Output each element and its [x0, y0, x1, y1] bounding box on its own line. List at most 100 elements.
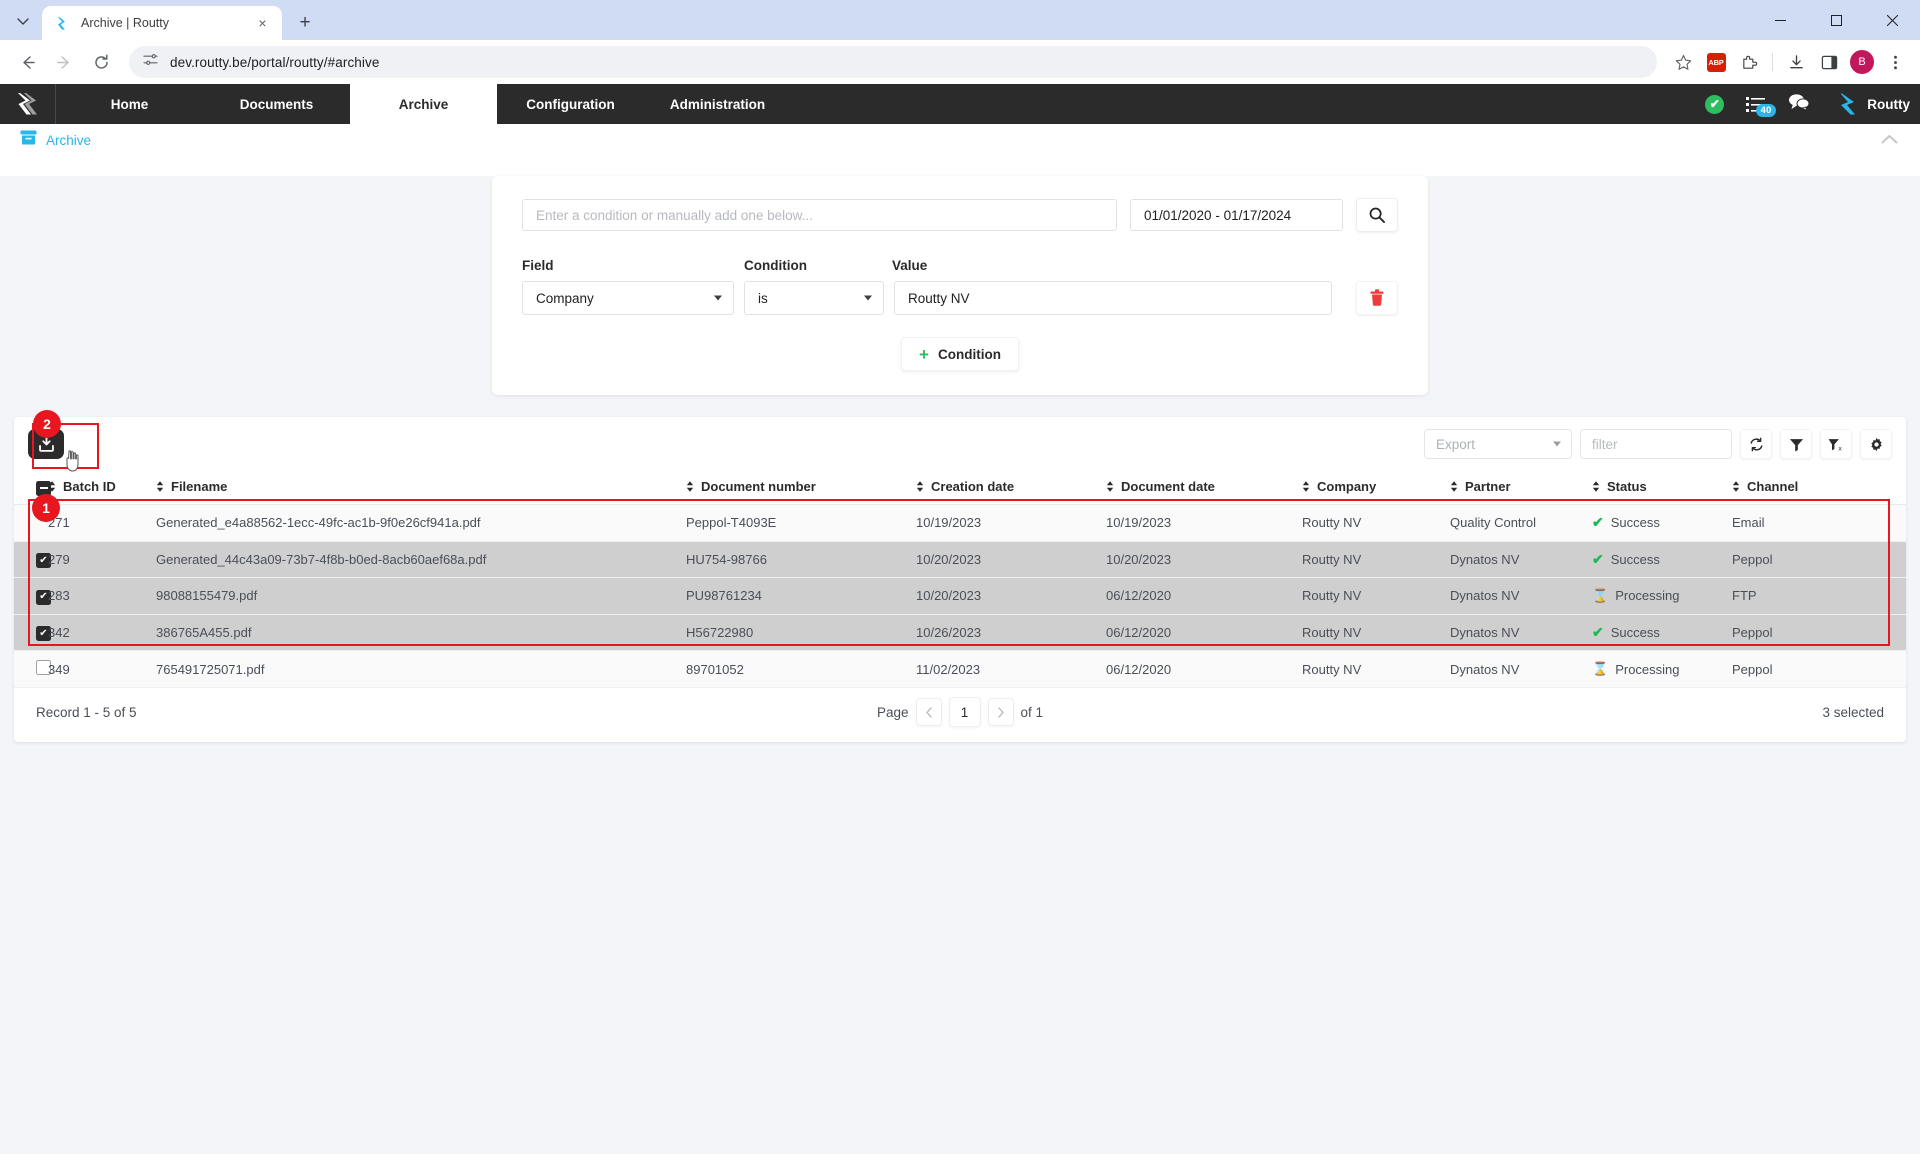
- breadcrumb[interactable]: Archive: [20, 130, 91, 150]
- chat-bubble-icon[interactable]: [1788, 93, 1810, 116]
- cell-filename: 386765A455.pdf: [156, 614, 686, 651]
- column-label: Channel: [1747, 479, 1798, 494]
- export-select[interactable]: Export: [1424, 429, 1572, 459]
- sort-icon: [1106, 481, 1114, 492]
- table-row[interactable]: 349765491725071.pdf8970105211/02/202306/…: [14, 651, 1906, 688]
- cell-channel: Peppol: [1732, 614, 1906, 651]
- site-settings-icon[interactable]: [143, 52, 158, 72]
- previous-page-button[interactable]: [916, 698, 942, 726]
- sort-icon: [1450, 481, 1458, 492]
- condition-search-input[interactable]: [522, 199, 1117, 231]
- cell-company: Routty NV: [1302, 541, 1450, 578]
- export-select-placeholder: Export: [1436, 437, 1475, 452]
- cell-partner: Dynatos NV: [1450, 651, 1592, 688]
- breadcrumb-bar: Archive: [0, 124, 1920, 156]
- svg-text:x: x: [1839, 445, 1843, 452]
- column-header-filename[interactable]: Filename: [156, 471, 686, 504]
- column-header-company[interactable]: Company: [1302, 471, 1450, 504]
- mouse-cursor: [64, 449, 84, 478]
- minimize-icon[interactable]: [1752, 0, 1808, 40]
- nav-item-archive[interactable]: Archive: [350, 84, 497, 124]
- column-header-partner[interactable]: Partner: [1450, 471, 1592, 504]
- archive-table: Batch ID Filename: [14, 471, 1906, 688]
- chrome-menu-icon[interactable]: [1880, 47, 1910, 77]
- clear-filter-button[interactable]: x: [1820, 429, 1852, 459]
- search-button[interactable]: [1356, 198, 1398, 232]
- table-row[interactable]: ✔279Generated_44c43a09-73b7-4f8b-b0ed-8a…: [14, 541, 1906, 578]
- cell-company: Routty NV: [1302, 578, 1450, 615]
- cell-filename: 765491725071.pdf: [156, 651, 686, 688]
- side-panel-icon[interactable]: [1814, 47, 1844, 77]
- column-label: Batch ID: [63, 479, 116, 494]
- column-label: Filename: [171, 479, 227, 494]
- column-header-status[interactable]: Status: [1592, 471, 1732, 504]
- table-row[interactable]: ✔28398088155479.pdfPU9876123410/20/20230…: [14, 578, 1906, 615]
- condition-select[interactable]: is: [744, 281, 884, 315]
- next-page-button[interactable]: [988, 698, 1014, 726]
- nav-item-documents[interactable]: Documents: [203, 84, 350, 124]
- refresh-button[interactable]: [1740, 429, 1772, 459]
- address-bar[interactable]: dev.routty.be/portal/routty/#archive: [129, 46, 1657, 78]
- column-header-document-number[interactable]: Document number: [686, 471, 916, 504]
- value-input[interactable]: [894, 281, 1332, 315]
- grid-filter-input[interactable]: [1580, 429, 1732, 459]
- window-close-icon[interactable]: [1864, 0, 1920, 40]
- row-select-cell[interactable]: [14, 651, 48, 688]
- cell-status: ⌛Processing: [1592, 651, 1732, 688]
- total-pages-label: of 1: [1021, 705, 1044, 720]
- reload-icon[interactable]: [84, 45, 118, 79]
- row-select-cell[interactable]: ✔: [14, 578, 48, 615]
- routty-brand-icon: [1840, 92, 1858, 116]
- grid-settings-gear-button[interactable]: [1860, 429, 1892, 459]
- nav-item-configuration[interactable]: Configuration: [497, 84, 644, 124]
- cell-document-number: H56722980: [686, 614, 916, 651]
- profile-avatar[interactable]: B: [1847, 47, 1877, 77]
- cell-status: ✔Success: [1592, 504, 1732, 541]
- field-select[interactable]: Company: [522, 281, 734, 315]
- status-ok-icon[interactable]: ✔: [1705, 95, 1724, 114]
- table-header: Batch ID Filename: [14, 471, 1906, 504]
- close-icon[interactable]: ×: [253, 14, 272, 33]
- date-range-input[interactable]: [1130, 199, 1343, 231]
- maximize-icon[interactable]: [1808, 0, 1864, 40]
- cell-batch-id: 283: [48, 578, 156, 615]
- nav-label: Documents: [240, 97, 314, 112]
- adblock-extension-icon[interactable]: ABP: [1701, 47, 1731, 77]
- bookmark-star-icon[interactable]: [1668, 47, 1698, 77]
- brand-area[interactable]: Routty: [1840, 92, 1910, 116]
- chevron-down-icon: [1553, 442, 1561, 447]
- nav-item-home[interactable]: Home: [56, 84, 203, 124]
- app-logo-icon[interactable]: [0, 84, 56, 124]
- chevron-up-icon[interactable]: [1881, 133, 1898, 148]
- row-select-cell[interactable]: ✔: [14, 614, 48, 651]
- back-icon[interactable]: [10, 45, 44, 79]
- extensions-icon[interactable]: [1734, 47, 1764, 77]
- field-select-value: Company: [536, 291, 594, 306]
- browser-tab-active[interactable]: Archive | Routty ×: [42, 6, 282, 40]
- new-tab-button[interactable]: +: [290, 7, 320, 37]
- nav-item-administration[interactable]: Administration: [644, 84, 791, 124]
- row-select-cell[interactable]: ✔: [14, 541, 48, 578]
- add-condition-button[interactable]: + Condition: [901, 337, 1019, 371]
- status-label: Success: [1611, 552, 1660, 567]
- pagination: Page 1 of 1: [14, 697, 1906, 727]
- task-list-icon[interactable]: 40: [1746, 96, 1766, 113]
- delete-condition-button[interactable]: [1356, 281, 1398, 315]
- tab-search-icon[interactable]: [6, 6, 40, 36]
- filter-top-row: [522, 198, 1398, 232]
- table-row[interactable]: 271Generated_e4a88562-1ecc-49fc-ac1b-9f0…: [14, 504, 1906, 541]
- column-header-channel[interactable]: Channel: [1732, 471, 1906, 504]
- column-header-creation-date[interactable]: Creation date: [916, 471, 1106, 504]
- task-count-badge: 40: [1756, 104, 1777, 117]
- page-number-input[interactable]: 1: [949, 697, 981, 727]
- grid-toolbar-right: Export: [1424, 429, 1892, 459]
- downloads-icon[interactable]: [1781, 47, 1811, 77]
- table-row[interactable]: ✔342386765A455.pdfH5672298010/26/202306/…: [14, 614, 1906, 651]
- column-header-document-date[interactable]: Document date: [1106, 471, 1302, 504]
- annotation-badge-2: 2: [33, 410, 61, 438]
- filter-button[interactable]: [1780, 429, 1812, 459]
- forward-icon[interactable]: [47, 45, 81, 79]
- cell-creation-date: 10/20/2023: [916, 578, 1106, 615]
- status-label: Processing: [1615, 588, 1679, 603]
- app-main-nav: Home Documents Archive Configuration Adm…: [0, 84, 1920, 124]
